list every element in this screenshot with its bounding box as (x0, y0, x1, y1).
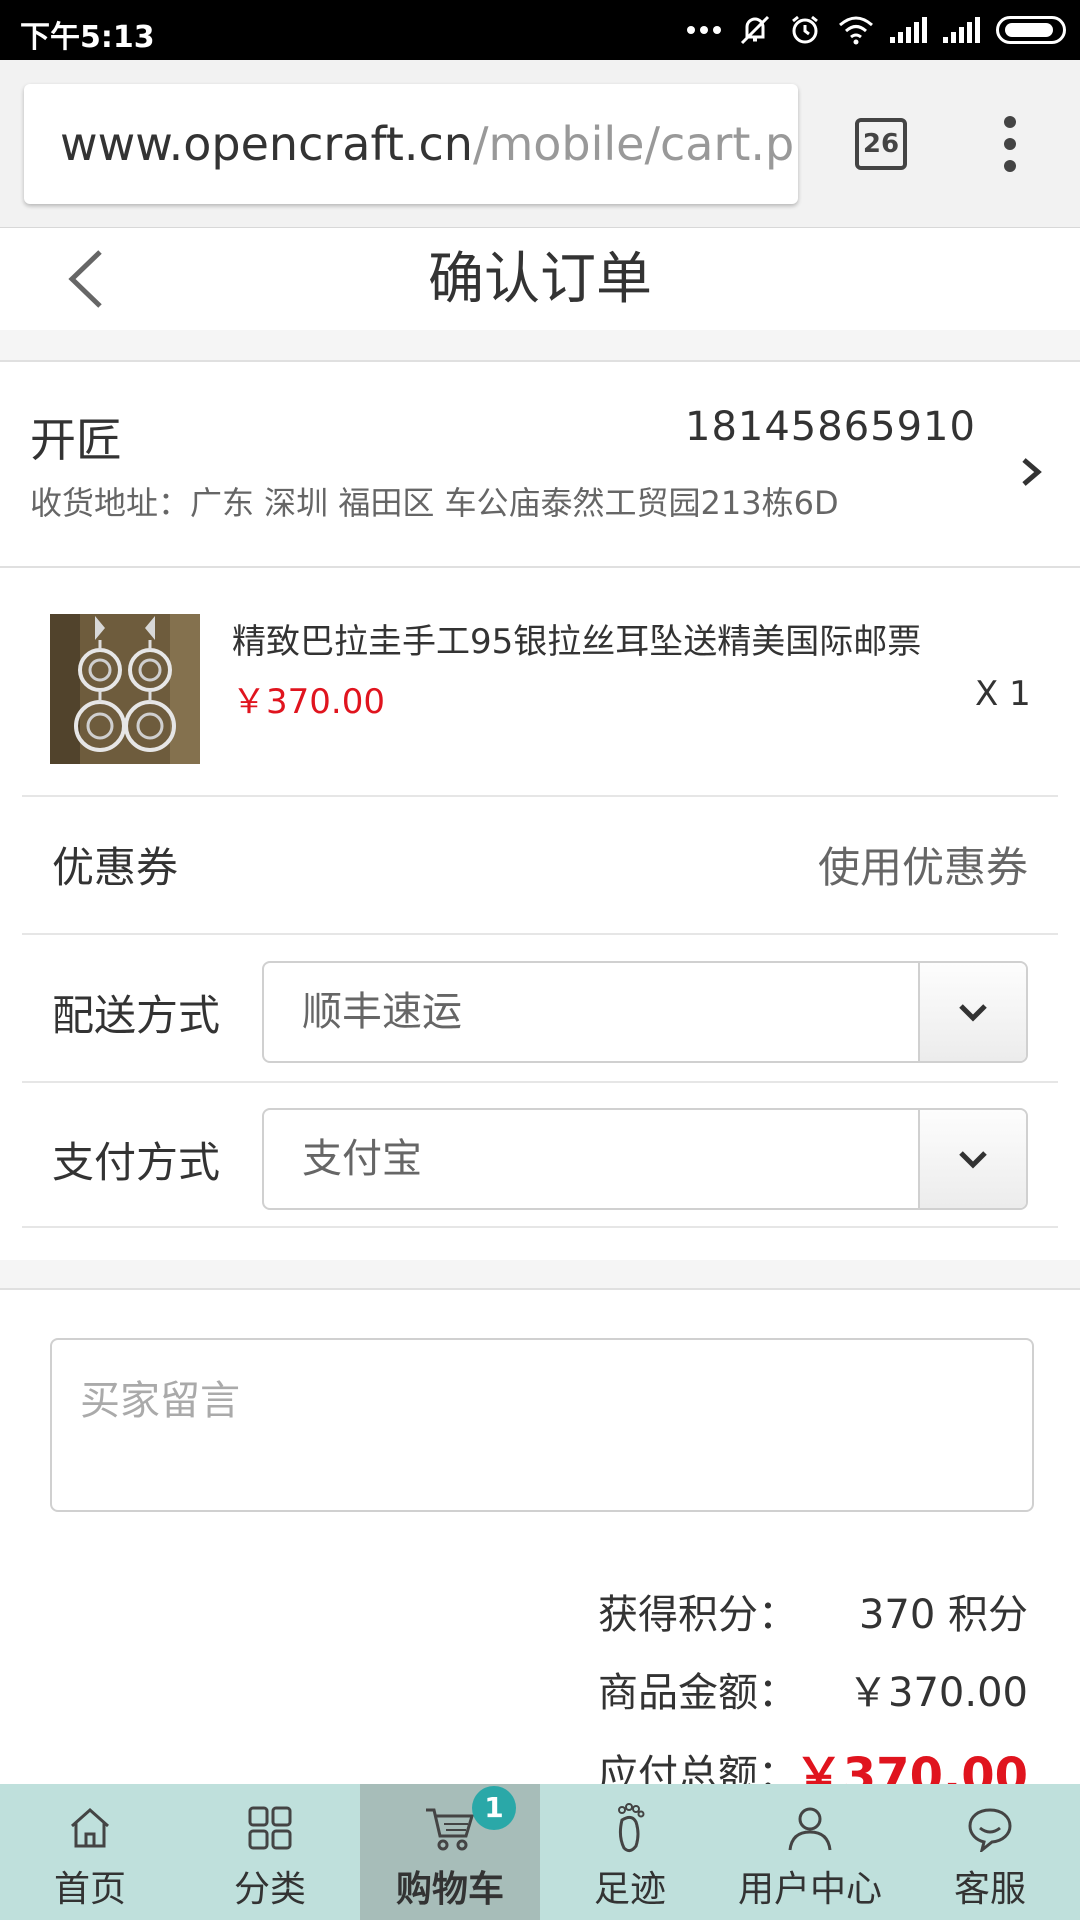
use-coupon-link[interactable]: 使用优惠券 (818, 834, 1028, 895)
bottom-nav: 首页 分类 购物车 1 足迹 用户中心 客服 (0, 1784, 1080, 1920)
nav-user-center[interactable]: 用户中心 (720, 1784, 900, 1920)
more-dots-icon (686, 10, 722, 50)
status-time: 下午5:13 (20, 20, 155, 55)
nav-footprint[interactable]: 足迹 (540, 1784, 720, 1920)
status-icons (686, 10, 1066, 50)
tab-count-button[interactable]: 26 (855, 118, 907, 170)
points-label: 获得积分： (598, 1592, 798, 1638)
alarm-icon (788, 10, 822, 50)
chevron-down-icon[interactable] (918, 1110, 1026, 1208)
payment-label: 支付方式 (52, 1138, 221, 1187)
product-quantity: X 1 (975, 674, 1031, 714)
shipping-label: 配送方式 (52, 991, 221, 1040)
divider (22, 1226, 1058, 1228)
battery-icon (996, 10, 1066, 50)
url-bar[interactable]: www.opencraft.cn/mobile/cart.ph (24, 84, 798, 204)
section-gap (0, 1260, 1080, 1290)
wifi-icon (838, 10, 874, 50)
payment-select[interactable]: 支付宝 (262, 1108, 1028, 1210)
payment-value: 支付宝 (302, 1136, 422, 1182)
signal-icon (890, 17, 927, 43)
nav-category[interactable]: 分类 (180, 1784, 360, 1920)
nav-label: 足迹 (593, 1869, 666, 1910)
user-icon (784, 1802, 836, 1854)
product-name[interactable]: 精致巴拉圭手工95银拉丝耳坠送精美国际邮票 (232, 614, 921, 663)
section-gap (0, 330, 1080, 362)
nav-label: 购物车 (395, 1869, 504, 1910)
points-value: 370 积分 (858, 1592, 1028, 1638)
nav-label: 分类 (233, 1869, 306, 1910)
goods-amount-value: ￥370.00 (848, 1670, 1028, 1716)
browser-toolbar: www.opencraft.cn/mobile/cart.ph 26 (0, 60, 1080, 228)
page-title: 确认订单 (428, 247, 652, 312)
nav-label: 用户中心 (737, 1869, 882, 1910)
order-item: 精致巴拉圭手工95银拉丝耳坠送精美国际邮票 ￥370.00 X 1 (0, 570, 1080, 796)
footprint-icon (604, 1802, 656, 1854)
chat-icon (964, 1802, 1016, 1854)
nav-label: 客服 (953, 1869, 1026, 1910)
mute-icon (738, 10, 772, 50)
status-bar: 下午5:13 (0, 0, 1080, 60)
recipient-name: 开匠 (30, 413, 122, 467)
browser-menu-icon[interactable] (996, 116, 1024, 172)
buyer-message-input[interactable] (50, 1338, 1034, 1512)
nav-home[interactable]: 首页 (0, 1784, 180, 1920)
coupon-label: 优惠券 (52, 843, 179, 892)
address-card[interactable]: 开匠 18145865910 收货地址：广东 深圳 福田区 车公庙泰然工贸园21… (0, 364, 1080, 568)
shipping-address: 收货地址：广东 深圳 福田区 车公庙泰然工贸园213栋6D (30, 484, 839, 522)
nav-cart[interactable]: 购物车 1 (360, 1784, 540, 1920)
product-price: ￥370.00 (232, 682, 385, 722)
divider (22, 1081, 1058, 1083)
chevron-down-icon[interactable] (918, 963, 1026, 1061)
grid-icon (244, 1802, 296, 1854)
page-header: 确认订单 (0, 228, 1080, 328)
shipping-value: 顺丰速运 (302, 989, 462, 1035)
home-icon (64, 1802, 116, 1854)
nav-label: 首页 (53, 1869, 126, 1910)
divider (22, 795, 1058, 797)
product-image[interactable] (50, 614, 200, 764)
cart-icon (424, 1802, 476, 1854)
chevron-right-icon (1010, 442, 1050, 502)
nav-customer-service[interactable]: 客服 (900, 1784, 1080, 1920)
cart-count-badge: 1 (472, 1786, 516, 1830)
url-host: www.opencraft.cn (60, 117, 473, 171)
signal-icon (943, 17, 980, 43)
recipient-phone: 18145865910 (685, 404, 976, 450)
divider (22, 933, 1058, 935)
shipping-select[interactable]: 顺丰速运 (262, 961, 1028, 1063)
url-path: /mobile/cart.ph (472, 117, 798, 171)
goods-amount-label: 商品金额： (598, 1670, 798, 1716)
